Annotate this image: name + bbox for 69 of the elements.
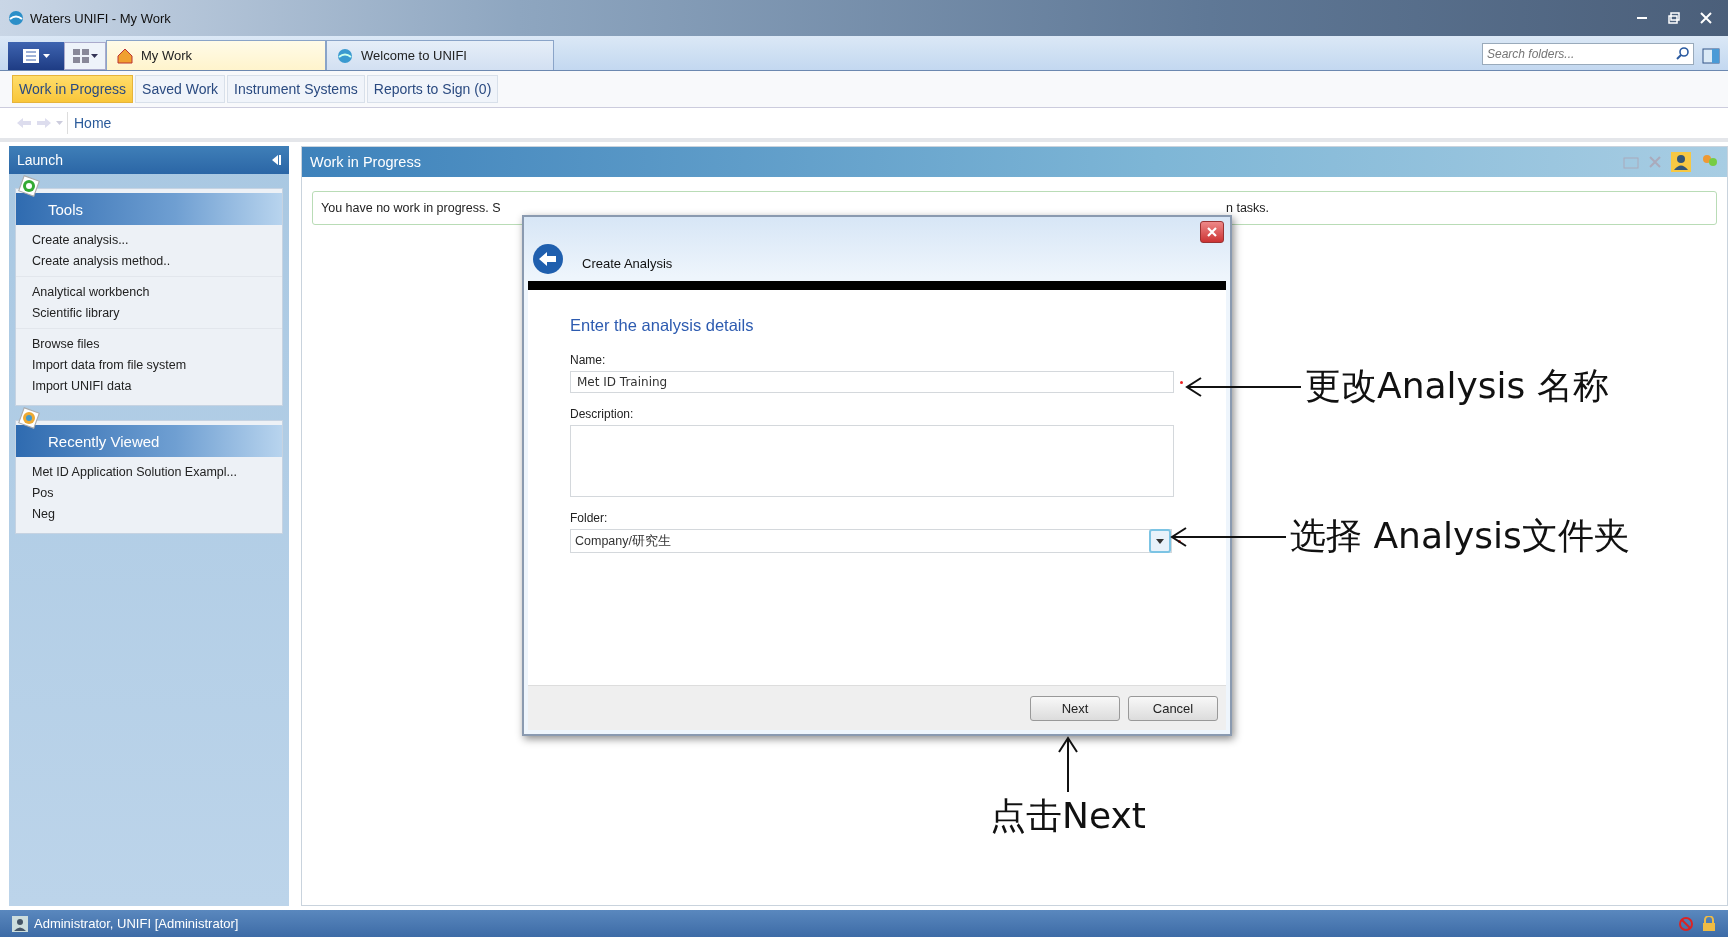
house-icon: [117, 47, 133, 64]
launch-link[interactable]: Browse files: [32, 337, 266, 351]
dialog-heading: Enter the analysis details: [570, 316, 755, 335]
launch-link[interactable]: Met ID Application Solution Exampl...: [32, 465, 266, 479]
app-logo-icon: [8, 10, 24, 26]
search-icon: [1676, 47, 1689, 60]
launch-link[interactable]: Import UNIFI data: [32, 379, 266, 393]
cancel-button[interactable]: Cancel: [1128, 695, 1218, 721]
folder-dropdown[interactable]: Company/研究生: [570, 529, 1172, 553]
menu-button[interactable]: [8, 42, 64, 70]
caret-icon: [56, 121, 63, 125]
panel-icon: [1702, 47, 1720, 65]
breadcrumb[interactable]: Home: [67, 112, 1712, 134]
restore-icon: [1668, 12, 1680, 24]
field-label: Description:: [570, 407, 635, 421]
collapse-icon: [271, 155, 281, 165]
annotation-text: 点击Next: [990, 794, 1146, 838]
launch-link[interactable]: Scientific library: [32, 306, 266, 320]
globe-icon: [337, 47, 353, 64]
field-label: Folder:: [570, 511, 609, 525]
next-button[interactable]: Next: [1030, 695, 1120, 721]
arrow-icon: [1185, 375, 1301, 398]
launch-link[interactable]: Import data from file system: [32, 358, 266, 372]
lock-icon: [1702, 915, 1716, 932]
minimize-icon: [1637, 17, 1647, 19]
dialog-title: Create Analysis: [582, 256, 673, 271]
prohibited-icon: [1678, 915, 1694, 932]
caret-icon: [90, 54, 98, 58]
caret-icon: [42, 54, 50, 58]
forward-arrow-icon: [36, 117, 52, 129]
arrow-icon: [1170, 525, 1286, 548]
launch-link[interactable]: Create analysis method..: [32, 254, 266, 268]
nav-tab[interactable]: Instrument Systems: [227, 75, 365, 103]
user-icon: [1671, 152, 1691, 172]
document-tab[interactable]: My Work: [106, 40, 326, 70]
annotation-text: 选择 Analysis文件夹: [1290, 514, 1630, 558]
message-text: You have no work in progress. S: [321, 201, 502, 215]
launch-link[interactable]: Neg: [32, 507, 266, 521]
section-header[interactable]: Tools: [16, 193, 282, 225]
panel-title: Launch: [17, 152, 63, 168]
launch-link[interactable]: Analytical workbench: [32, 285, 266, 299]
close-icon: [1700, 12, 1712, 24]
description-field[interactable]: [570, 425, 1174, 497]
message-text: n tasks.: [1226, 201, 1271, 215]
caret-icon: [1156, 538, 1164, 544]
grid-icon: [72, 49, 89, 63]
annotation-text: 更改Analysis 名称: [1305, 364, 1609, 408]
arrow-icon: [1056, 736, 1079, 792]
list-icon: [22, 49, 39, 63]
view-button[interactable]: [64, 42, 106, 70]
document-tab[interactable]: Welcome to UNIFI: [326, 40, 554, 70]
back-arrow-icon: [16, 117, 32, 129]
name-field[interactable]: Met ID Training: [570, 371, 1174, 393]
user-icon: [12, 915, 28, 932]
dropdown-button[interactable]: [1149, 529, 1171, 553]
nav-tab[interactable]: Saved Work: [135, 75, 226, 103]
search-field[interactable]: Search folders...: [1482, 43, 1694, 65]
section-header[interactable]: Recently Viewed: [16, 425, 282, 457]
launch-link[interactable]: Create analysis...: [32, 233, 266, 247]
close-icon: [1649, 156, 1661, 168]
launch-link[interactable]: Pos: [32, 486, 266, 500]
nav-tab[interactable]: Reports to Sign (0): [366, 75, 499, 103]
panel-title: Work in Progress: [310, 154, 421, 170]
nav-tab[interactable]: Work in Progress: [12, 75, 134, 103]
field-label: Name:: [570, 353, 607, 367]
window-title: Waters UNIFI - My Work: [30, 10, 171, 26]
status-user: Administrator, UNIFI [Administrator]: [34, 916, 239, 931]
close-button[interactable]: [1200, 221, 1224, 243]
close-icon: [1207, 227, 1217, 237]
